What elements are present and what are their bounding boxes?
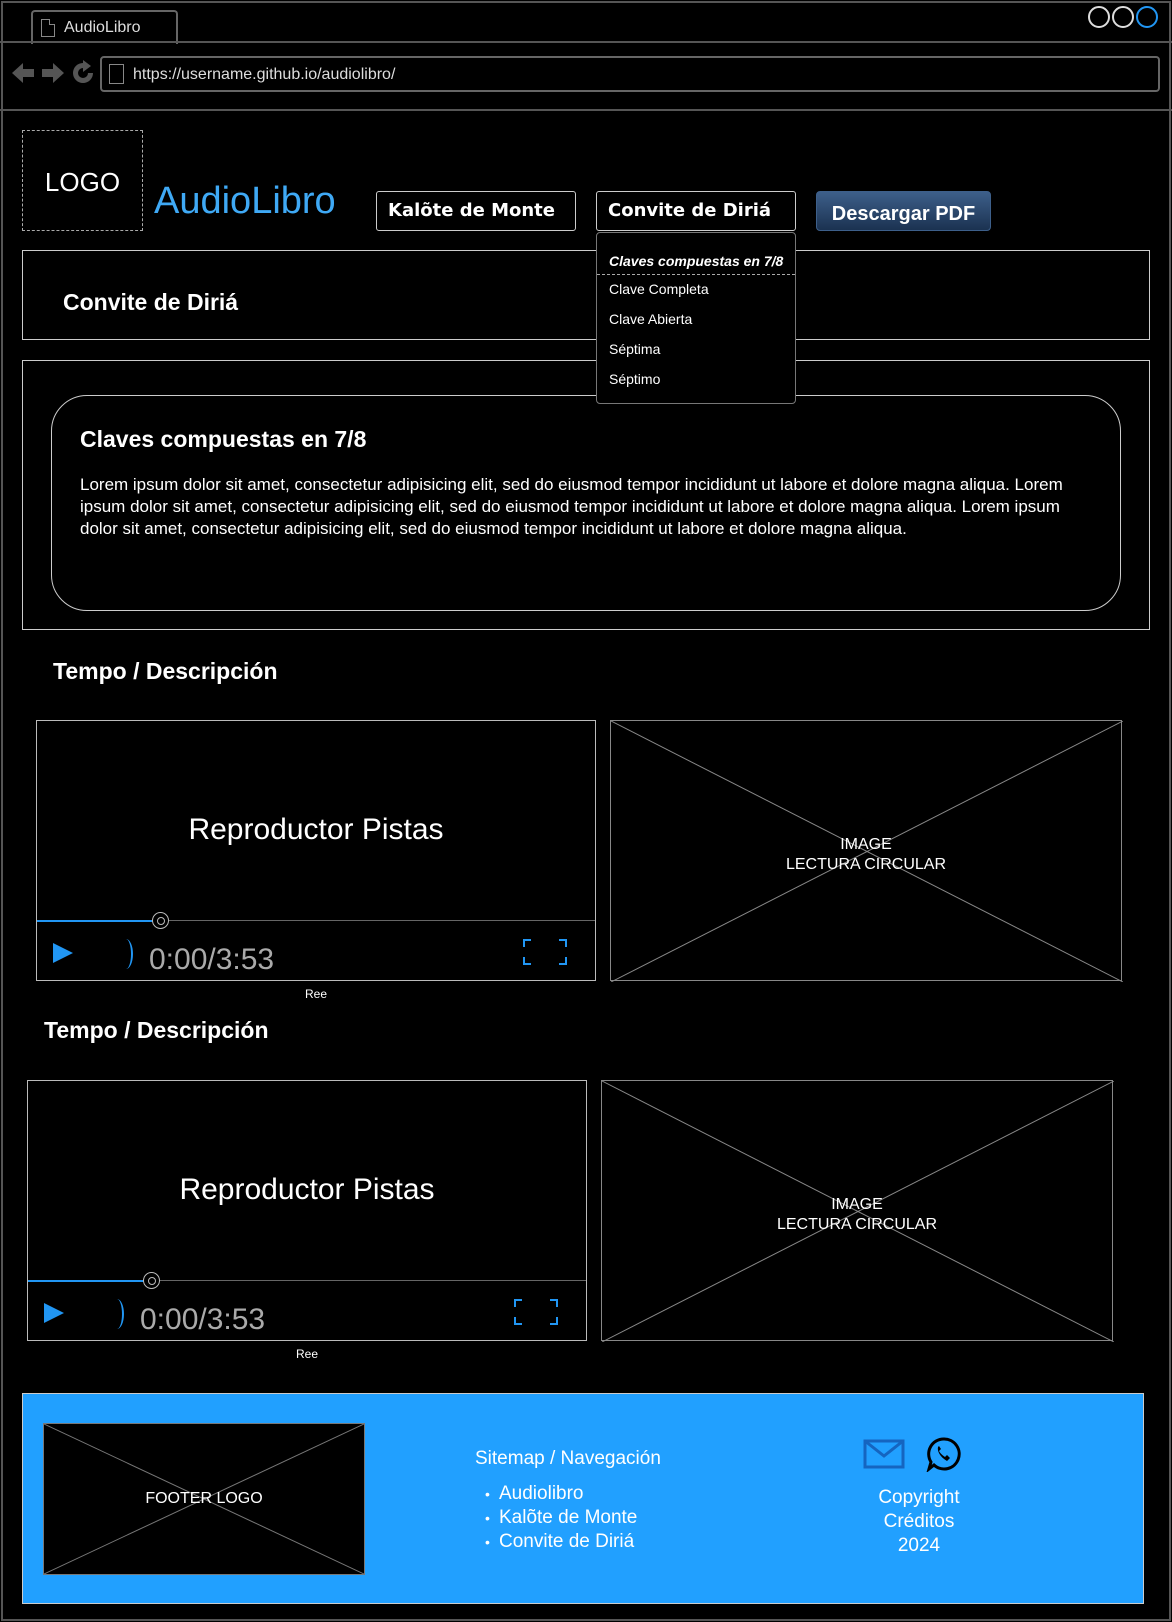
sitemap-link[interactable]: Audiolibro [485, 1482, 637, 1506]
dropdown-item[interactable]: Clave Abierta [609, 311, 692, 327]
credits-label[interactable]: Créditos [859, 1510, 979, 1534]
player-caption: Ree [305, 987, 328, 1001]
sitemap-link[interactable]: Kalõte de Monte [485, 1506, 637, 1530]
window-maximize-button[interactable] [1112, 6, 1134, 28]
logo-placeholder[interactable]: LOGO [22, 130, 143, 231]
image-label-line2: LECTURA CIRCULAR [776, 1216, 938, 1233]
image-placeholder: IMAGE LECTURA CIRCULAR [601, 1080, 1114, 1342]
download-pdf-button[interactable]: Descargar PDF [816, 191, 991, 231]
image-label: IMAGE LECTURA CIRCULAR [602, 1195, 1112, 1235]
volume-icon[interactable] [110, 1299, 124, 1329]
brand-title[interactable]: AudioLibro [154, 180, 336, 223]
content-body: Lorem ipsum dolor sit amet, consectetur … [80, 475, 1063, 538]
play-icon[interactable] [53, 943, 73, 963]
copyright-year: 2024 [897, 1535, 941, 1556]
image-placeholder: IMAGE LECTURA CIRCULAR [610, 720, 1123, 982]
volume-icon[interactable] [119, 939, 133, 969]
page-title-box: Convite de Diriá [22, 250, 1150, 340]
sitemap-title: Sitemap / Navegación [475, 1448, 661, 1469]
page-icon [109, 64, 124, 84]
fullscreen-icon[interactable] [523, 939, 567, 965]
progress-fill [37, 920, 160, 922]
dropdown-separator [597, 274, 795, 275]
fullscreen-icon[interactable] [514, 1299, 558, 1325]
sitemap-link[interactable]: Convite de Diriá [485, 1530, 637, 1554]
nav-convite-button[interactable]: Convite de Diriá [596, 191, 796, 231]
whatsapp-icon[interactable] [926, 1436, 962, 1472]
track-player: Reproductor Pistas 0:00/3:53 [27, 1080, 587, 1341]
dropdown-item[interactable]: Séptima [609, 341, 660, 357]
tab-title: AudioLibro [64, 19, 141, 36]
content-section: Claves compuestas en 7/8 Lorem ipsum dol… [22, 360, 1150, 630]
player-title: Reproductor Pistas [179, 1173, 435, 1206]
progress-handle[interactable] [143, 1272, 160, 1289]
browser-nav-buttons [10, 60, 96, 86]
copyright-label: Copyright [878, 1487, 960, 1508]
progress-handle[interactable] [152, 912, 169, 929]
content-heading: Claves compuestas en 7/8 [80, 426, 367, 452]
section-title: Tempo / Descripción [53, 658, 278, 684]
logo-label: LOGO [44, 167, 121, 197]
chrome-divider [0, 109, 1172, 111]
url-text: https://username.github.io/audiolibro/ [133, 66, 396, 83]
time-display: 0:00/3:53 [140, 1303, 266, 1336]
footer-logo-label: FOOTER LOGO [145, 1490, 263, 1507]
dropdown-item[interactable]: Clave Completa [609, 281, 709, 297]
window-close-button[interactable] [1136, 6, 1158, 28]
nav-kalote-button[interactable]: Kalõte de Monte [376, 191, 576, 231]
player-title: Reproductor Pistas [188, 813, 444, 846]
dropdown-item[interactable]: Séptimo [609, 371, 660, 387]
player-caption: Ree [296, 1347, 319, 1361]
window-controls [1088, 6, 1158, 28]
reload-icon[interactable] [70, 60, 96, 86]
sitemap-list: Audiolibro Kalõte de Monte Convite de Di… [485, 1482, 637, 1554]
convite-dropdown-menu: Claves compuestas en 7/8 Clave Completa … [596, 232, 796, 404]
forward-arrow-icon[interactable] [40, 60, 66, 86]
address-bar[interactable]: https://username.github.io/audiolibro/ [100, 56, 1160, 92]
time-display: 0:00/3:53 [149, 943, 275, 976]
image-label: IMAGE LECTURA CIRCULAR [611, 835, 1121, 875]
dropdown-heading[interactable]: Claves compuestas en 7/8 [609, 253, 783, 269]
browser-tab[interactable]: AudioLibro [31, 10, 178, 44]
track-player: Reproductor Pistas 0:00/3:53 [36, 720, 596, 981]
image-label-line2: LECTURA CIRCULAR [785, 856, 947, 873]
image-label-line1: IMAGE [831, 1196, 883, 1213]
footer: FOOTER LOGO Sitemap / Navegación Audioli… [22, 1393, 1144, 1604]
page-icon [41, 19, 55, 37]
tab-strip-divider [0, 41, 1172, 43]
play-icon[interactable] [44, 1303, 64, 1323]
image-label-line1: IMAGE [840, 836, 892, 853]
footer-logo: FOOTER LOGO [43, 1423, 365, 1575]
back-arrow-icon[interactable] [10, 60, 36, 86]
page-title: Convite de Diriá [63, 289, 239, 315]
progress-fill [28, 1280, 151, 1282]
copyright-block: Copyright Créditos 2024 [859, 1486, 979, 1558]
content-card: Claves compuestas en 7/8 Lorem ipsum dol… [51, 395, 1121, 611]
section-title: Tempo / Descripción [44, 1017, 269, 1043]
window-minimize-button[interactable] [1088, 6, 1110, 28]
mail-icon[interactable] [863, 1439, 905, 1469]
